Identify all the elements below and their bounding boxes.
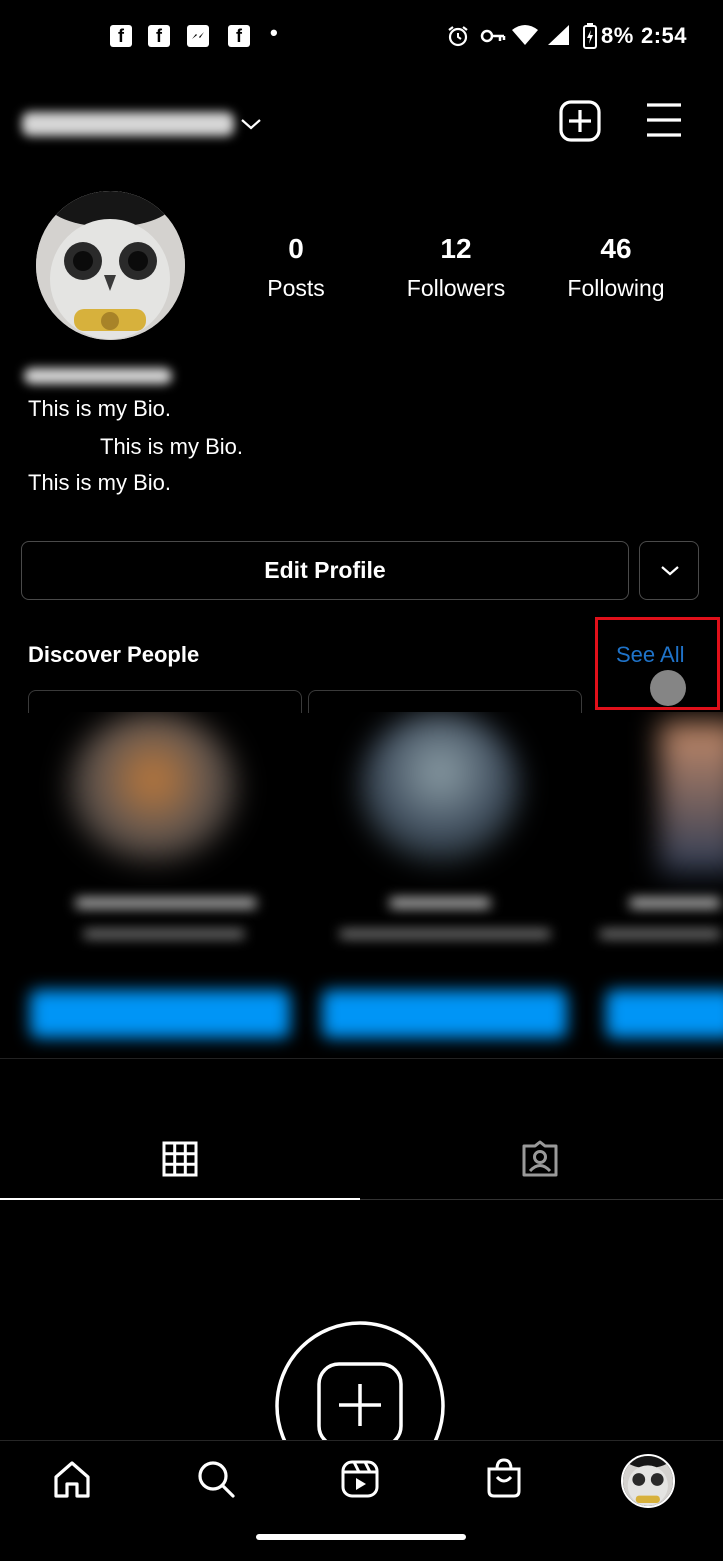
suggestion-subtitle-blurred [84, 930, 244, 938]
suggestion-avatar[interactable] [68, 712, 238, 862]
suggested-dropdown-button[interactable] [639, 541, 699, 600]
posts-count: 0 [288, 233, 304, 264]
divider [0, 1058, 723, 1059]
follow-button-blurred[interactable] [30, 990, 290, 1038]
home-icon[interactable] [52, 1459, 92, 1499]
cell-signal-icon [548, 25, 569, 45]
more-notifications-dot: • [270, 20, 278, 45]
search-icon[interactable] [196, 1459, 236, 1499]
wifi-icon [512, 25, 538, 45]
battery-charging-icon [583, 23, 597, 49]
following-label[interactable]: Following [536, 275, 696, 302]
battery-percentage: 8% [601, 23, 634, 48]
suggestion-card-top [308, 690, 582, 713]
facebook-notification-icon: f [228, 25, 250, 47]
shop-icon[interactable] [484, 1457, 524, 1499]
bottom-nav-bar [0, 1440, 723, 1561]
suggestion-card-top [28, 690, 302, 713]
bio-line: This is my Bio. [100, 434, 244, 459]
follow-button-blurred[interactable] [606, 990, 723, 1038]
vpn-key-icon [480, 29, 506, 43]
username-blurred[interactable] [22, 112, 234, 136]
grid-icon[interactable] [162, 1141, 198, 1177]
bio-line: This is my Bio. [28, 470, 172, 495]
touch-indicator [650, 670, 686, 706]
suggestion-name-blurred [76, 898, 256, 908]
tagged-icon[interactable] [520, 1140, 560, 1178]
active-tab-indicator [0, 1198, 360, 1200]
profile-tab-avatar[interactable] [621, 1454, 675, 1508]
suggestion-avatar[interactable] [660, 722, 723, 872]
create-post-circle[interactable] [274, 1320, 446, 1440]
clock-time: 2:54 [641, 23, 688, 48]
chevron-down-icon [661, 566, 679, 576]
status-bar: f f f • 8% 2:54 [0, 0, 723, 72]
messenger-notification-icon [187, 25, 209, 47]
following-count[interactable]: 46 [536, 233, 696, 265]
suggestion-name-blurred [390, 898, 490, 908]
suggestion-avatar[interactable] [360, 712, 520, 862]
gesture-handle[interactable] [256, 1534, 466, 1540]
reels-icon[interactable] [340, 1459, 380, 1499]
profile-avatar[interactable] [36, 191, 185, 340]
alarm-icon [448, 26, 468, 47]
bio-line: This is my Bio. [28, 396, 172, 421]
suggestion-subtitle-blurred [340, 930, 550, 938]
chevron-down-icon[interactable] [240, 117, 262, 131]
tab-divider [360, 1199, 723, 1200]
plus-square-icon[interactable] [559, 100, 601, 142]
display-name-blurred [24, 368, 172, 384]
followers-count[interactable]: 12 [376, 233, 536, 265]
suggestion-name-blurred [630, 898, 720, 908]
facebook-notification-icon: f [110, 25, 132, 47]
edit-profile-label: Edit Profile [264, 557, 386, 583]
hamburger-menu-icon[interactable] [645, 102, 683, 138]
edit-profile-button[interactable]: Edit Profile [21, 541, 629, 600]
suggestion-subtitle-blurred [600, 930, 720, 938]
follow-button-blurred[interactable] [322, 990, 567, 1038]
discover-people-title: Discover People [28, 642, 200, 667]
followers-label[interactable]: Followers [376, 275, 536, 302]
facebook-notification-icon: f [148, 25, 170, 47]
suggestions-carousel[interactable] [0, 712, 723, 1057]
posts-label: Posts [267, 275, 325, 301]
